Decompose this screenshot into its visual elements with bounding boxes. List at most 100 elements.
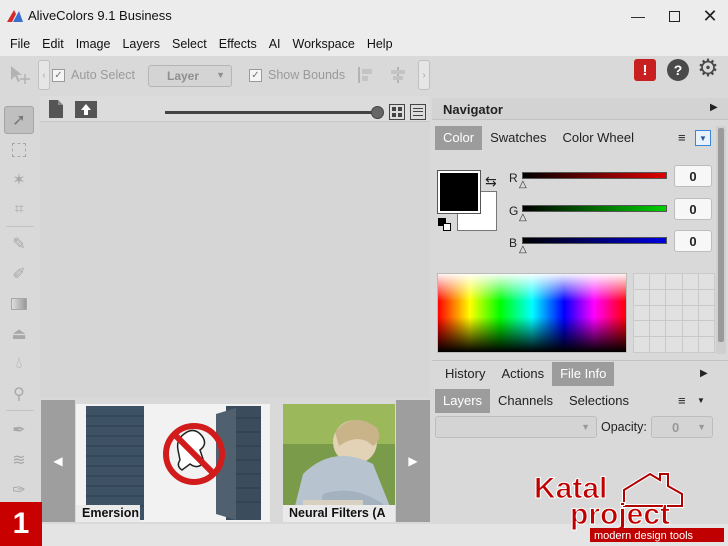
scrollbar-thumb[interactable] (718, 128, 724, 342)
tab-color[interactable]: Color (435, 126, 483, 150)
red-value-input[interactable]: 0 (674, 165, 712, 187)
panel-menu-icon[interactable]: ≡ (678, 130, 686, 145)
app-logo-icon (7, 10, 23, 22)
preset-thumbnail-neural-filters[interactable]: Neural Filters (A (283, 404, 395, 522)
green-value-input[interactable]: 0 (674, 198, 712, 220)
blue-slider[interactable] (522, 237, 667, 244)
opacity-label: Opacity: (601, 420, 647, 434)
align-center-icon[interactable] (388, 65, 408, 85)
color-spectrum[interactable] (437, 273, 627, 353)
green-slider[interactable] (522, 205, 667, 212)
brush-tool-button[interactable]: ✎ (4, 230, 34, 258)
chevron-right-icon[interactable]: ▶ (700, 368, 708, 379)
blend-mode-select[interactable]: ▼ (435, 416, 597, 438)
tab-selections[interactable]: Selections (561, 389, 637, 413)
canvas-area[interactable] (40, 122, 430, 398)
default-colors-icon[interactable] (438, 218, 452, 232)
smudge-tool-button[interactable]: ≋ (4, 446, 34, 474)
color-panel-tabs: Color Swatches Color Wheel (435, 126, 714, 150)
move-tool-icon (11, 66, 30, 84)
menu-bar: File Edit Image Layers Select Effects AI… (0, 32, 728, 56)
minimize-button[interactable]: — (620, 0, 656, 32)
chevron-right-icon[interactable]: ▶ (710, 102, 718, 113)
channel-label-r: R (509, 171, 518, 185)
recent-swatches-grid[interactable] (633, 273, 715, 353)
menu-edit[interactable]: Edit (36, 37, 70, 51)
options-collapse-handle[interactable]: ‹ (38, 60, 50, 90)
move-tool-button[interactable]: ➚ (4, 106, 34, 134)
blue-value-input[interactable]: 0 (674, 230, 712, 252)
slider-marker-icon[interactable]: △ (519, 244, 527, 255)
show-bounds-checkbox[interactable]: ✓ Show Bounds (249, 68, 345, 82)
tab-layers[interactable]: Layers (435, 389, 491, 413)
stamp-tool-button[interactable]: ⏏ (4, 320, 34, 348)
tab-color-wheel[interactable]: Color Wheel (554, 126, 642, 150)
auto-select-checkbox[interactable]: ✓ Auto Select (52, 68, 135, 82)
options-expand-handle[interactable]: › (418, 60, 430, 90)
panel-menu-icon[interactable]: ≡ (678, 393, 686, 408)
wave-icon: ≋ (12, 452, 26, 469)
menu-workspace[interactable]: Workspace (287, 37, 361, 51)
opacity-input[interactable]: 0 ▼ (651, 416, 713, 438)
help-icon[interactable]: ? (667, 59, 689, 81)
close-button[interactable]: ✕ (692, 0, 728, 32)
move-icon: ➚ (12, 112, 26, 129)
foreground-color-swatch[interactable] (437, 170, 481, 214)
eraser-tool-button[interactable]: ✐ (4, 260, 34, 288)
marquee-icon (12, 143, 26, 157)
crop-icon: ⌗ (14, 201, 24, 218)
divider (6, 410, 34, 411)
magic-wand-tool-button[interactable]: ✶ (4, 166, 34, 194)
preset-thumbnail-emersion[interactable]: Emersion (76, 404, 270, 522)
tab-history[interactable]: History (437, 362, 493, 386)
brush-icon: ✎ (12, 236, 26, 253)
new-document-icon[interactable] (47, 99, 65, 119)
tools-panel: ➚ ✶ ⌗ ✎ ✐ ⏏ 💧︎ ⚲ ✒ ≋ ✑ (0, 98, 40, 526)
panel-collapse-icon[interactable]: ▼ (695, 130, 711, 146)
tab-swatches[interactable]: Swatches (482, 126, 554, 150)
maximize-button[interactable] (656, 0, 692, 32)
menu-select[interactable]: Select (166, 37, 213, 51)
menu-ai[interactable]: AI (263, 37, 287, 51)
gradient-tool-button[interactable] (4, 290, 34, 318)
menu-help[interactable]: Help (361, 37, 399, 51)
stamp-icon: ⏏ (11, 326, 27, 343)
filmstrip-prev-button[interactable]: ◀ (41, 400, 75, 522)
zoom-slider-track[interactable] (165, 111, 380, 114)
open-document-icon[interactable] (74, 99, 98, 119)
list-view-icon[interactable] (410, 104, 426, 120)
chevron-down-icon: ▼ (216, 70, 225, 80)
tab-actions[interactable]: Actions (493, 362, 552, 386)
menu-layers[interactable]: Layers (116, 37, 166, 51)
menu-file[interactable]: File (4, 37, 36, 51)
settings-icon[interactable]: ⚙ (696, 56, 720, 82)
slider-marker-icon[interactable]: △ (519, 179, 527, 190)
layer-mode-select[interactable]: Layer ▼ (148, 65, 232, 87)
menu-effects[interactable]: Effects (213, 37, 263, 51)
menu-image[interactable]: Image (70, 37, 117, 51)
swap-colors-icon[interactable]: ⇆ (485, 173, 497, 190)
gradient-icon (11, 298, 27, 310)
tab-file-info[interactable]: File Info (552, 362, 615, 386)
dodge-tool-button[interactable]: ⚲ (4, 380, 34, 408)
filmstrip-next-button[interactable]: ▶ (396, 400, 430, 522)
layer-mode-value: Layer (167, 69, 200, 83)
grid-view-icon[interactable] (389, 104, 405, 120)
warning-icon[interactable]: ! (634, 59, 656, 81)
maximize-icon (668, 10, 680, 22)
align-left-icon[interactable] (356, 65, 376, 85)
minimize-icon: — (631, 8, 645, 24)
eyedropper-icon: ✑ (12, 482, 26, 499)
zoom-slider-thumb[interactable] (371, 106, 384, 119)
eyedropper-tool-button[interactable]: ✑ (4, 476, 34, 504)
tab-channels[interactable]: Channels (490, 389, 561, 413)
color-panel-scrollbar[interactable] (716, 126, 726, 354)
pen-tool-button[interactable]: ✒ (4, 416, 34, 444)
divider (6, 226, 34, 227)
chevron-down-icon[interactable]: ▼ (697, 396, 705, 405)
blur-tool-button[interactable]: 💧︎ (4, 350, 34, 378)
red-slider[interactable] (522, 172, 667, 179)
crop-tool-button[interactable]: ⌗ (4, 196, 34, 224)
slider-marker-icon[interactable]: △ (519, 212, 527, 223)
marquee-tool-button[interactable] (4, 136, 34, 164)
